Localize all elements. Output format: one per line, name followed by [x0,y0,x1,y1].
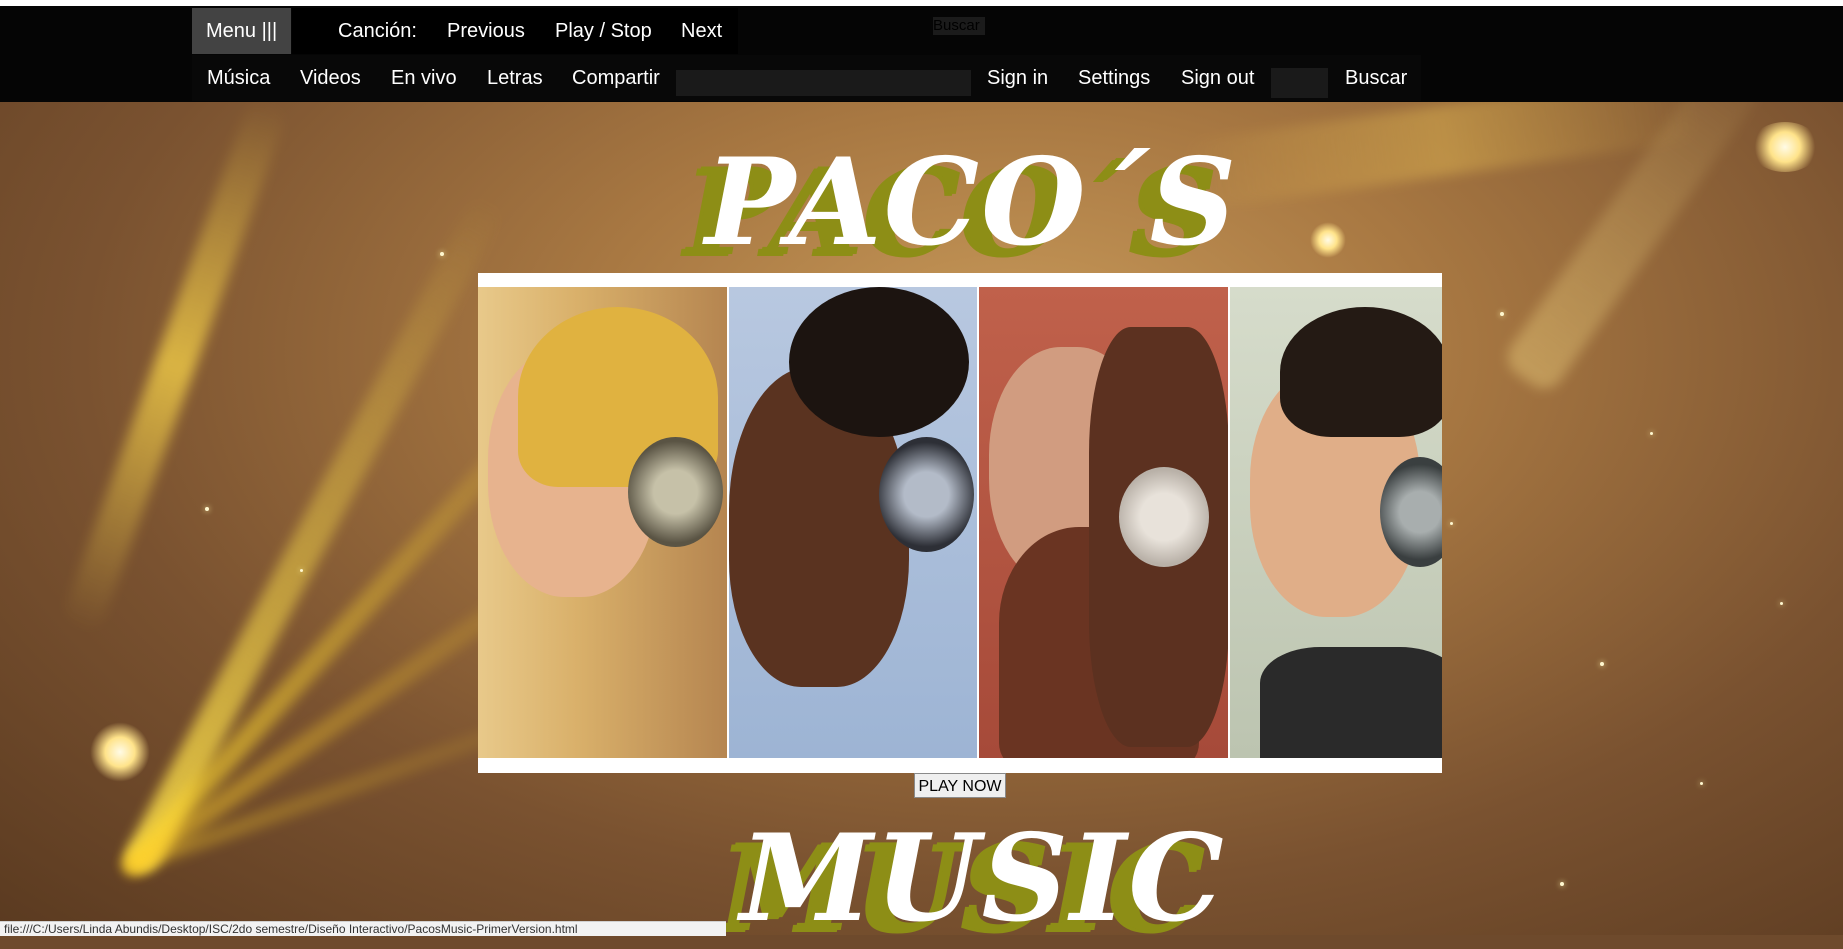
headphones-icon [628,437,723,547]
nav-link-compartir[interactable]: Compartir [572,55,660,101]
light-flare [1310,222,1346,258]
sparkle [1450,522,1453,525]
song-label: Canción: [338,20,417,42]
play-stop-button[interactable]: Play / Stop [555,8,652,54]
navigation-bar: Menu ||| Canción: Previous Play / Stop N… [0,6,1843,102]
light-ray [60,102,290,636]
headphones-icon [1119,467,1209,567]
sparkle [1780,602,1783,605]
photo-panel-blonde-woman [478,287,727,758]
search-input-small[interactable]: Buscar [933,17,985,35]
sparkle [1650,432,1653,435]
sign-in-link[interactable]: Sign in [987,55,1048,101]
search-box[interactable] [1271,68,1328,98]
previous-button[interactable]: Previous [447,8,525,54]
shirt [1260,647,1442,758]
play-now-button[interactable]: PLAY NOW [914,773,1006,798]
sparkle [300,569,303,572]
hero-photo-collage [478,273,1442,773]
sparkle [205,507,209,511]
photo-panel-bearded-man [979,287,1228,758]
hair [1280,307,1442,437]
nav-link-videos[interactable]: Videos [300,55,361,101]
light-flare [1750,122,1820,172]
light-ray [120,190,507,878]
status-bar-url: file:///C:/Users/Linda Abundis/Desktop/I… [0,921,726,936]
hair [789,287,969,437]
settings-link[interactable]: Settings [1078,55,1150,101]
photo-panel-young-man [1230,287,1442,758]
sparkle [1600,662,1604,666]
nav-link-letras[interactable]: Letras [487,55,543,101]
search-button[interactable]: Buscar [1345,55,1407,101]
nav-link-en-vivo[interactable]: En vivo [391,55,457,101]
sign-out-link[interactable]: Sign out [1181,55,1254,101]
menu-button[interactable]: Menu ||| [192,8,292,54]
sparkle [1560,882,1564,886]
photo-panel-woman-curly-hair [729,287,977,758]
nav-link-musica[interactable]: Música [207,55,270,101]
sparkle [440,252,444,256]
search-field[interactable] [676,70,971,96]
title-music: MUSIC [740,808,1226,949]
light-flare [90,722,150,782]
title-pacos: PACO´S [705,132,1239,273]
sparkle [1700,782,1703,785]
sparkle [1500,312,1504,316]
headphones-icon [879,437,974,552]
next-button[interactable]: Next [681,8,722,54]
